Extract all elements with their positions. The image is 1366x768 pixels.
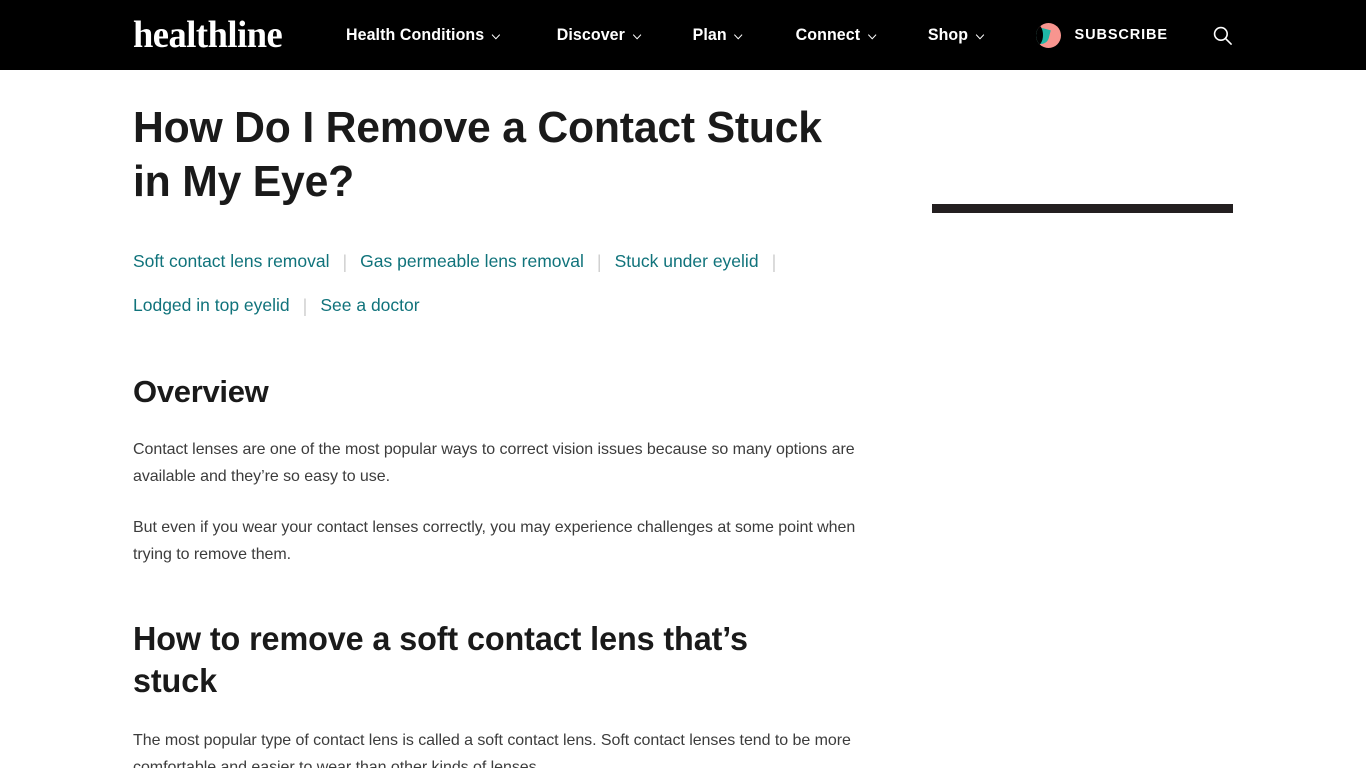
jump-link-see-a-doctor[interactable]: See a doctor [320,295,419,315]
nav-item-plan[interactable]: Plan [693,25,744,45]
chevron-down-icon [866,31,876,42]
section-paragraph: The most popular type of contact lens is… [133,732,851,768]
chevron-down-icon [491,31,501,42]
chevron-down-icon [631,31,641,42]
section-paragraph: But even if you wear your contact lenses… [133,519,856,563]
site-header: healthline Health Conditions Discover Pl… [0,0,1366,70]
jump-link-gas-permeable-lens-removal[interactable]: Gas permeable lens removal [360,251,584,271]
jump-link-separator: | [302,296,308,316]
nav-item-discover[interactable]: Discover [556,25,641,45]
article-content: How Do I Remove a Contact Stuck in My Ey… [133,101,873,768]
subscribe-button[interactable]: SUBSCRIBE [1075,27,1169,43]
jump-link-lodged-in-top-eyelid[interactable]: Lodged in top eyelid [133,295,290,315]
sidebar-divider-bar [932,204,1233,213]
page-title: How Do I Remove a Contact Stuck in My Ey… [133,103,822,206]
jump-link-separator: | [342,252,348,272]
search-icon[interactable] [1211,24,1233,46]
jump-link-stuck-under-eyelid[interactable]: Stuck under eyelid [615,251,759,271]
main-navigation: Health Conditions Discover Plan Connect [341,25,987,45]
chevron-down-icon [734,31,744,42]
nav-item-shop[interactable]: Shop [928,25,985,45]
nav-item-label: Plan [692,25,727,44]
section-heading-overview: Overview [133,374,269,409]
nav-item-label: Shop [928,25,969,44]
nav-item-health-conditions[interactable]: Health Conditions [346,25,501,45]
chevron-down-icon [975,31,985,42]
nav-item-label: Connect [795,25,860,44]
right-sidebar [932,204,1233,213]
healthline-circle-icon[interactable] [1035,22,1061,48]
section-paragraph: Contact lenses are one of the most popul… [133,441,855,485]
healthline-logo[interactable]: healthline [133,16,283,54]
header-actions: SUBSCRIBE [1035,0,1234,70]
section-heading-soft-contact-lens: How to remove a soft contact lens that’s… [133,620,748,699]
jump-link-list: Soft contact lens removal | Gas permeable … [133,240,868,328]
jump-link-separator: | [596,252,602,272]
nav-item-label: Discover [556,25,625,44]
jump-link-soft-contact-lens-removal[interactable]: Soft contact lens removal [133,251,329,271]
jump-link-separator: | [771,252,777,272]
nav-item-label: Health Conditions [346,25,485,44]
nav-item-connect[interactable]: Connect [795,25,877,45]
